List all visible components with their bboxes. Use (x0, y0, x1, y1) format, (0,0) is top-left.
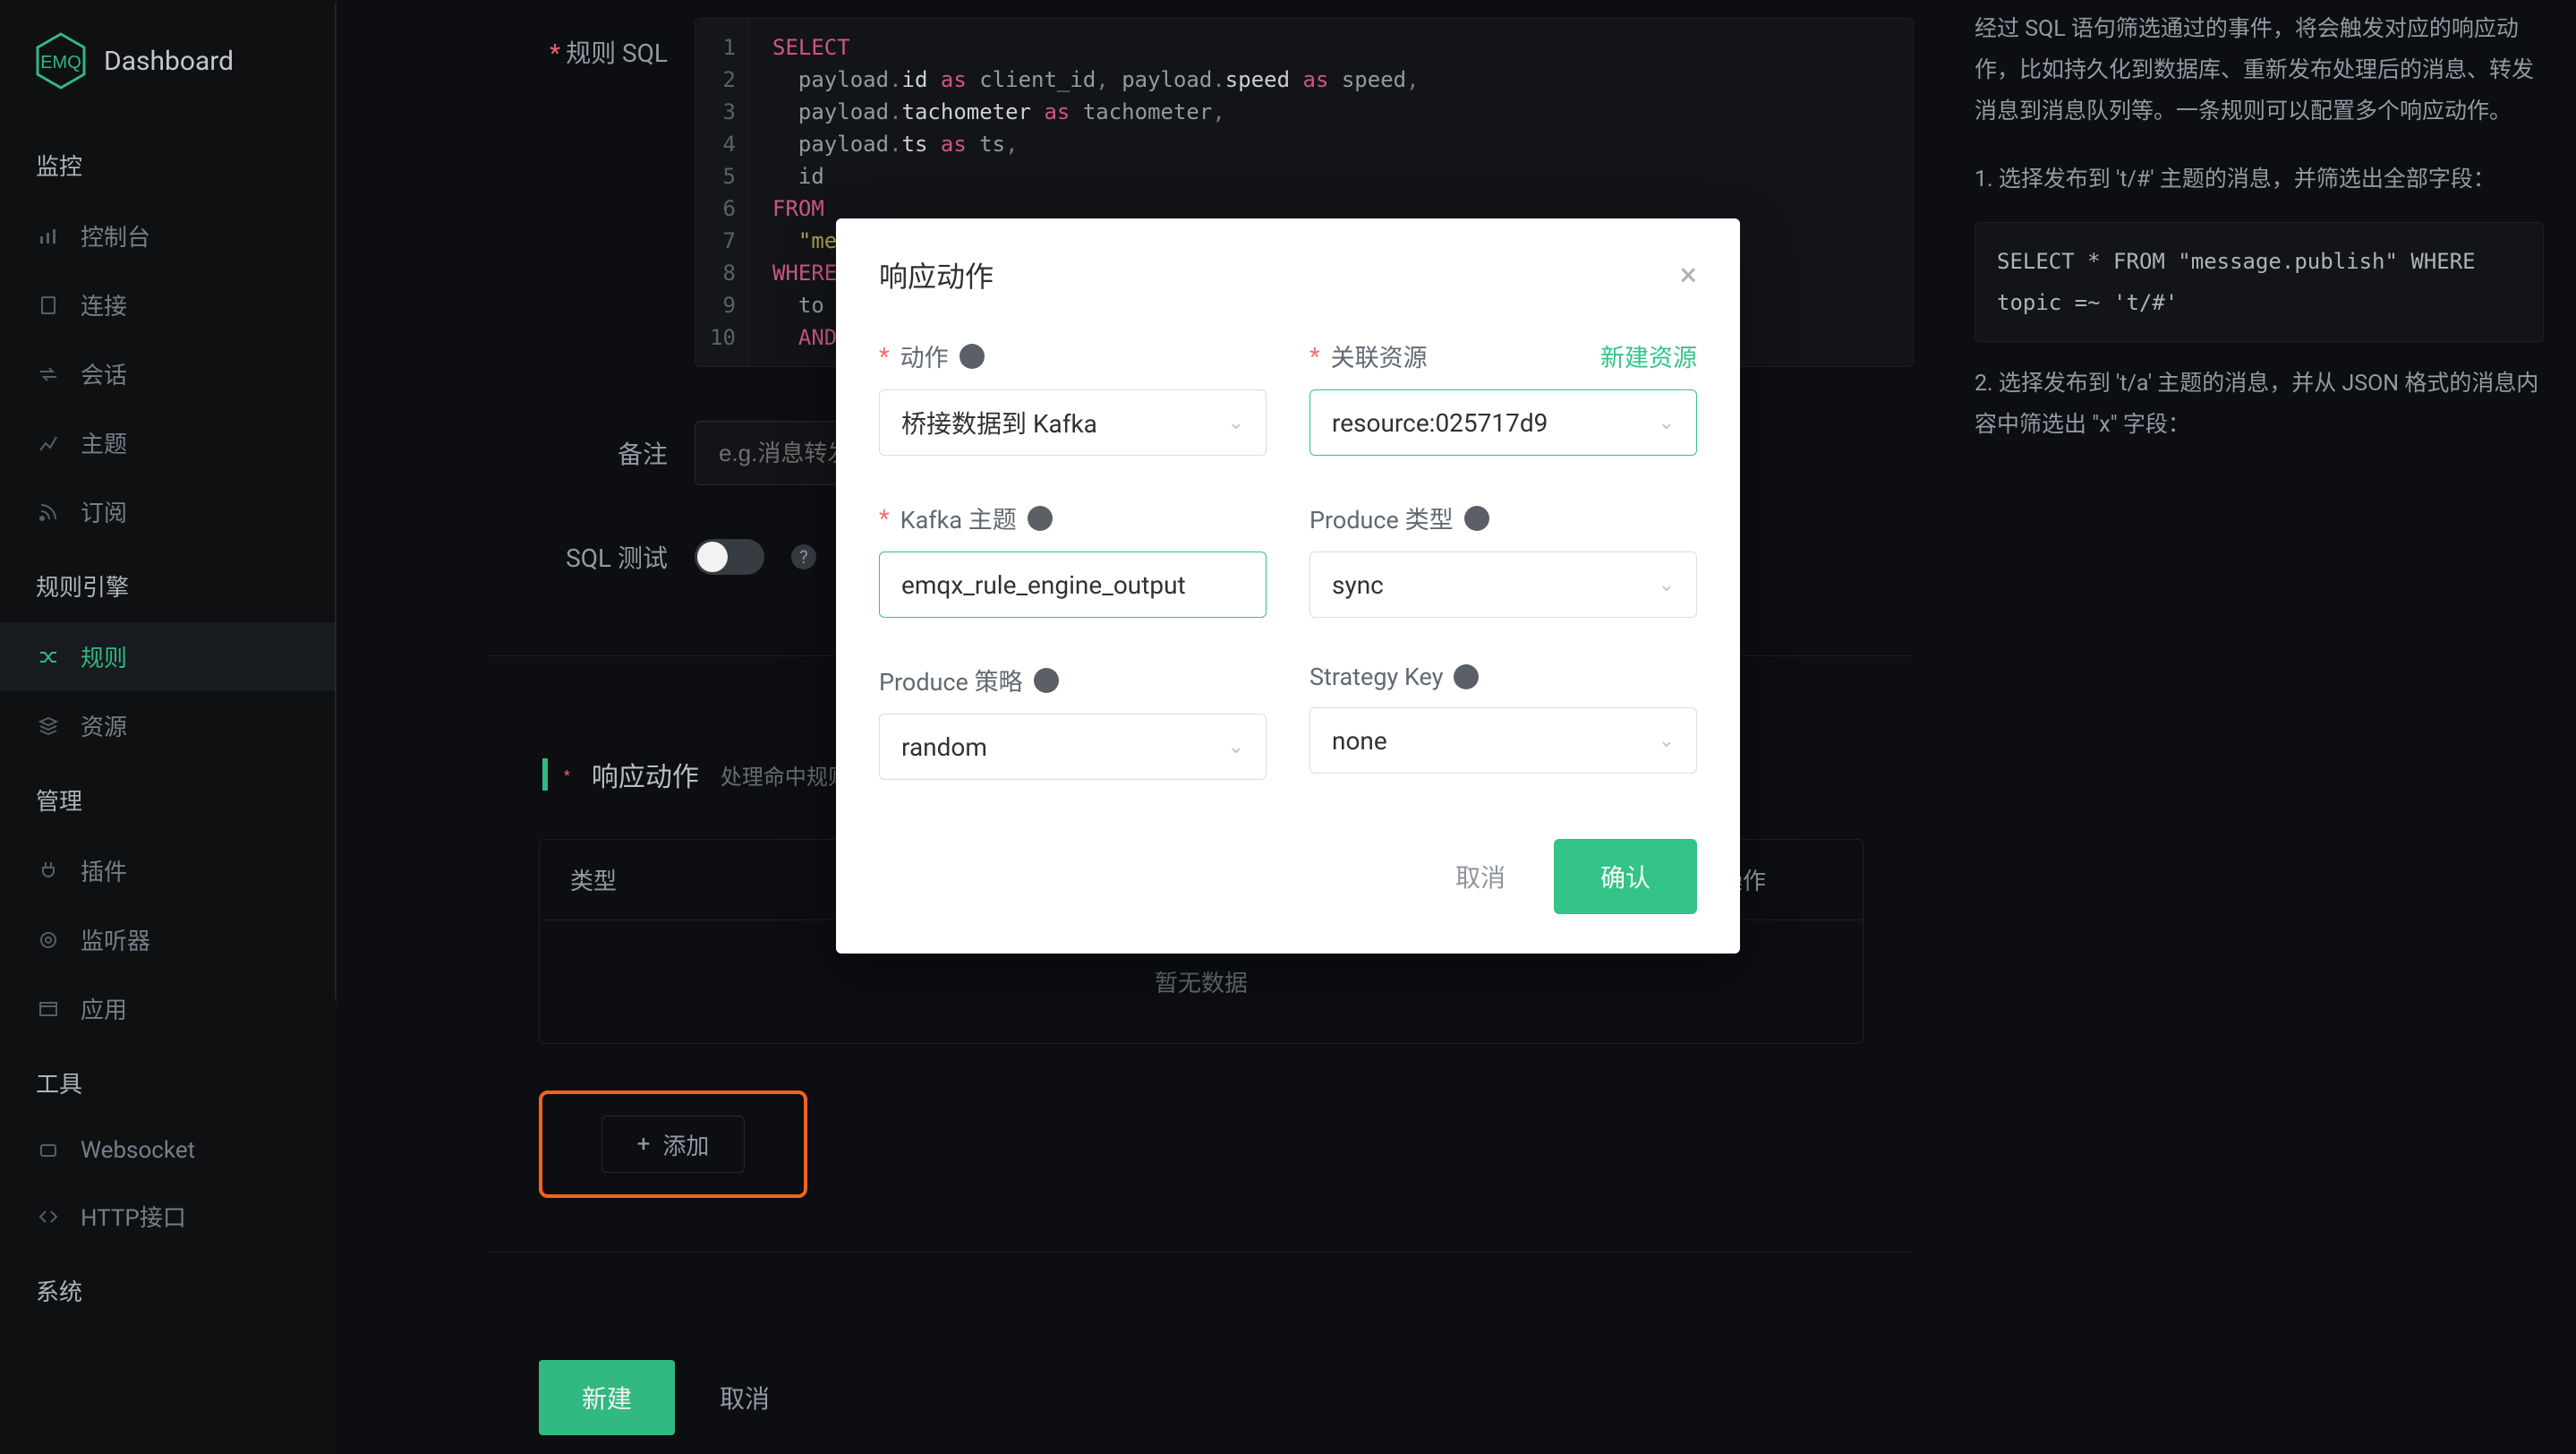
produce-strategy-label: Produce 策略 (879, 663, 1023, 697)
close-icon[interactable]: × (1680, 259, 1697, 291)
chevron-down-icon: ⌄ (1659, 412, 1675, 434)
resource-label: 关联资源 (1331, 338, 1428, 373)
action-modal: 响应动作 × *动作 桥接数据到 Kafka⌄ *关联资源新建资源 resour… (836, 218, 1740, 954)
chevron-down-icon: ⌄ (1228, 412, 1244, 434)
kafka-topic-input[interactable]: emqx_rule_engine_output (879, 552, 1267, 618)
tip-icon[interactable] (1034, 668, 1059, 693)
tip-icon[interactable] (1464, 506, 1489, 531)
modal-title: 响应动作 (879, 254, 994, 295)
resource-select[interactable]: resource:025717d9⌄ (1309, 389, 1697, 456)
tip-icon[interactable] (1028, 506, 1053, 531)
action-select[interactable]: 桥接数据到 Kafka⌄ (879, 389, 1267, 456)
kafka-topic-label: Kafka 主题 (900, 500, 1017, 535)
strategy-key-select[interactable]: none⌄ (1309, 707, 1697, 774)
modal-ok-button[interactable]: 确认 (1554, 839, 1697, 914)
strategy-key-label: Strategy Key (1309, 663, 1443, 691)
chevron-down-icon: ⌄ (1228, 736, 1244, 758)
tip-icon[interactable] (960, 344, 985, 369)
new-resource-link[interactable]: 新建资源 (1600, 338, 1697, 373)
produce-type-select[interactable]: sync⌄ (1309, 552, 1697, 618)
chevron-down-icon: ⌄ (1659, 730, 1675, 752)
produce-strategy-select[interactable]: random⌄ (879, 714, 1267, 780)
produce-type-label: Produce 类型 (1309, 500, 1454, 535)
tip-icon[interactable] (1454, 664, 1479, 689)
chevron-down-icon: ⌄ (1659, 574, 1675, 596)
modal-mask[interactable]: 响应动作 × *动作 桥接数据到 Kafka⌄ *关联资源新建资源 resour… (0, 0, 2576, 1454)
action-label: 动作 (900, 338, 949, 373)
modal-cancel-button[interactable]: 取消 (1437, 839, 1523, 914)
